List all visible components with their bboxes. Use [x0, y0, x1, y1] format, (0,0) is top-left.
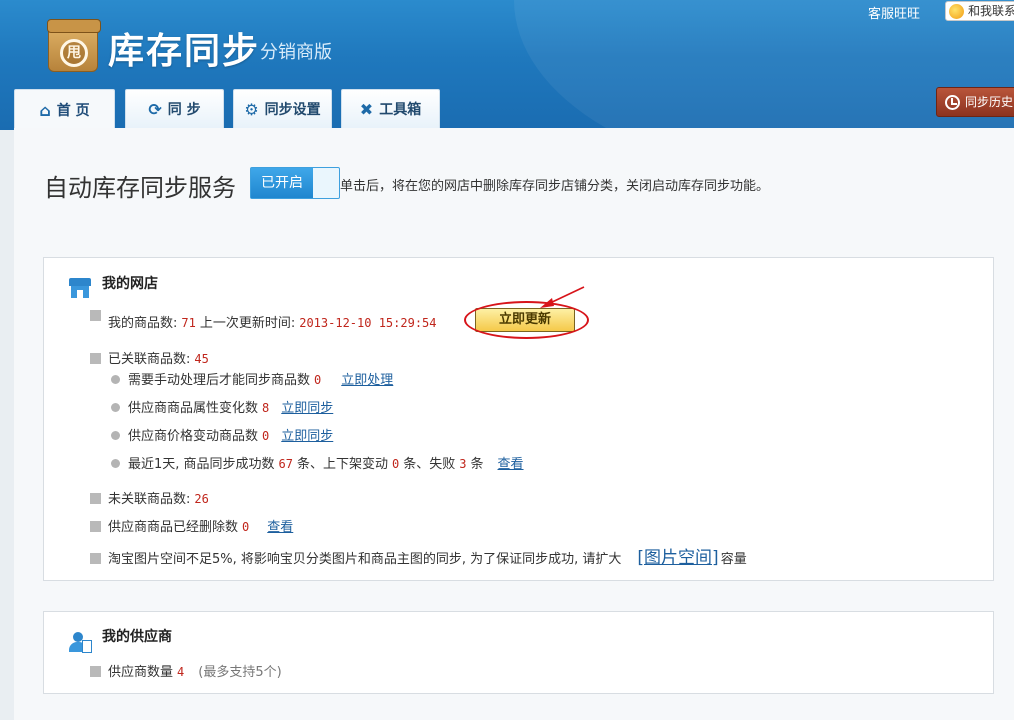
recent-sync-row: 最近1天, 商品同步成功数 67 条、上下架变动 0 条、失败 3 条查看 [111, 453, 524, 472]
supplier-count-value: 4 [177, 665, 185, 679]
recent-fail-count: 3 [459, 457, 467, 471]
manual-row: 需要手动处理后才能同步商品数 0 立即处理 [111, 369, 393, 388]
sync-history-button[interactable]: 同步历史 [936, 87, 1014, 117]
tab-sync-label: 同 步 [167, 102, 201, 118]
process-now-link[interactable]: 立即处理 [341, 373, 393, 388]
toggle-on-label: 已开启 [251, 168, 313, 198]
home-icon: ⌂ [39, 100, 51, 120]
tab-sync[interactable]: ⟳ 同 步 [125, 89, 224, 128]
bullet-square [90, 493, 101, 504]
recent-shelf-count: 0 [392, 457, 400, 471]
shop-icon [69, 278, 91, 298]
tab-toolbox[interactable]: ✖ 工具箱 [341, 89, 440, 128]
sync-attr-link[interactable]: 立即同步 [281, 401, 333, 416]
bullet-square [90, 521, 101, 532]
tab-sync-settings-label: 同步设置 [264, 102, 321, 118]
recent-mid-text-1: 条、上下架变动 [297, 457, 389, 472]
manual-label: 需要手动处理后才能同步商品数 [128, 373, 311, 388]
attr-change-row: 供应商商品属性变化数 8 立即同步 [111, 397, 333, 416]
goods-count-value: 71 [181, 316, 196, 330]
price-change-row: 供应商价格变动商品数 0 立即同步 [111, 425, 333, 444]
bullet-dot [111, 459, 120, 468]
linked-count-row: 已关联商品数: 45 [90, 348, 213, 367]
brand-title: 库存同步 [108, 31, 261, 72]
bullet-dot [111, 375, 120, 384]
unlinked-count-value: 26 [194, 492, 209, 506]
view-deleted-link[interactable]: 查看 [267, 520, 293, 535]
bullet-square [90, 666, 101, 677]
app-header: 甩 库存同步 分销商版 客服旺旺 和我联系 ⌂ 首 页 ⟳ 同 步 ⚙ 同步设置… [0, 0, 1014, 130]
price-change-label: 供应商价格变动商品数 [128, 429, 259, 444]
my-supplier-panel: 我的供应商 供应商数量 4 (最多支持5个) [43, 611, 994, 694]
image-space-warning: 淘宝图片空间不足5%, 将影响宝贝分类图片和商品主图的同步, 为了保证同步成功,… [108, 552, 622, 567]
sync-price-link[interactable]: 立即同步 [281, 429, 333, 444]
clock-icon [945, 95, 960, 110]
price-change-count: 0 [262, 429, 270, 443]
image-space-row: 淘宝图片空间不足5%, 将影响宝贝分类图片和商品主图的同步, 为了保证同步成功,… [90, 543, 747, 568]
linked-count-value: 45 [194, 352, 209, 366]
deleted-count-value: 0 [242, 520, 250, 534]
recent-sync-prefix: 最近1天, 商品同步成功数 [128, 457, 275, 472]
unlinked-count-row: 未关联商品数: 26 [90, 488, 213, 507]
unlinked-count-label: 未关联商品数: [108, 492, 191, 507]
linked-count-label: 已关联商品数: [108, 352, 191, 367]
tab-home-label: 首 页 [56, 103, 90, 119]
bullet-dot [111, 431, 120, 440]
supplier-count-row: 供应商数量 4 (最多支持5个) [90, 661, 282, 680]
annotation-arrow [540, 286, 585, 308]
app-logo-icon: 甩 [47, 19, 101, 72]
my-supplier-title: 我的供应商 [102, 629, 172, 645]
supplier-count-label: 供应商数量 [108, 665, 174, 680]
bullet-square [90, 553, 101, 564]
sync-history-label: 同步历史 [965, 95, 1014, 109]
my-shop-title: 我的网店 [102, 276, 158, 292]
contact-me-label: 和我联系 [968, 4, 1014, 18]
auto-sync-toggle[interactable]: 已开启 [250, 167, 340, 199]
deleted-count-label: 供应商商品已经删除数 [108, 520, 239, 535]
image-space-link[interactable]: [图片空间] [637, 548, 718, 568]
supplier-icon [69, 632, 92, 654]
attr-change-label: 供应商商品属性变化数 [128, 401, 259, 416]
supplier-count-note: (最多支持5个) [198, 665, 282, 680]
main-content: 自动库存同步服务 已开启 单击后，将在您的网店中删除库存同步店铺分类，关闭启动库… [14, 128, 1014, 720]
image-space-suffix: 容量 [720, 552, 747, 567]
recent-suffix: 条 [470, 457, 484, 472]
attr-change-count: 8 [262, 401, 270, 415]
goods-count-label: 我的商品数: [108, 316, 178, 331]
brand-subtitle: 分销商版 [260, 42, 332, 63]
tab-toolbox-label: 工具箱 [379, 102, 422, 118]
deleted-count-row: 供应商商品已经删除数 0 查看 [90, 516, 293, 535]
gear-icon: ⚙ [244, 99, 259, 119]
manual-count: 0 [314, 373, 322, 387]
recent-mid-text-2: 条、失败 [403, 457, 456, 472]
bullet-dot [111, 403, 120, 412]
customer-service-link[interactable]: 客服旺旺 [868, 3, 920, 22]
recent-success-count: 67 [278, 457, 293, 471]
view-recent-link[interactable]: 查看 [498, 457, 524, 472]
goods-count-row: 我的商品数: 71 上一次更新时间: 2013-12-10 15:29:54 [90, 310, 441, 331]
last-update-value: 2013-12-10 15:29:54 [299, 316, 437, 330]
contact-me-button[interactable]: 和我联系 [945, 1, 1014, 21]
tab-sync-settings[interactable]: ⚙ 同步设置 [233, 89, 332, 128]
sync-icon: ⟳ [148, 99, 162, 119]
service-description: 单击后，将在您的网店中删除库存同步店铺分类，关闭启动库存同步功能。 [340, 179, 770, 194]
last-update-label: 上一次更新时间: [199, 316, 296, 331]
service-title: 自动库存同步服务 [44, 174, 236, 202]
bullet-square [90, 353, 101, 364]
tools-icon: ✖ [359, 99, 374, 119]
wangwang-icon [949, 4, 964, 19]
tab-home[interactable]: ⌂ 首 页 [14, 89, 115, 130]
bullet-square [90, 310, 101, 321]
